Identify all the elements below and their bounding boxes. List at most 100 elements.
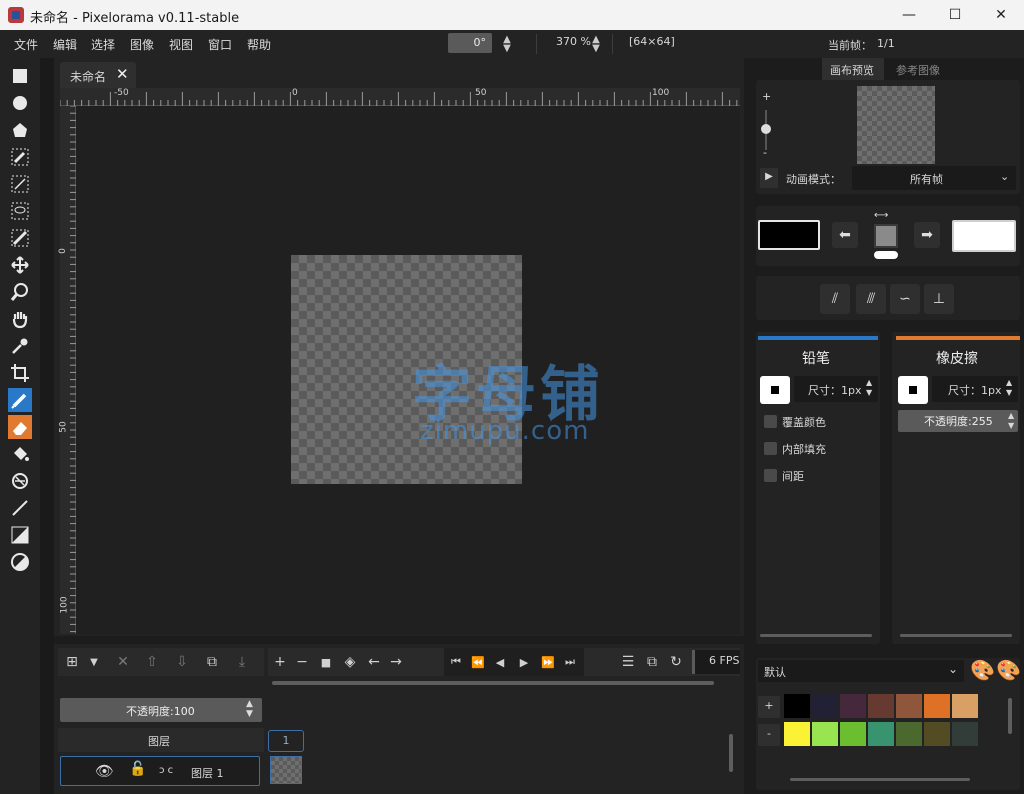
left-brush-preview[interactable] [760,376,790,404]
color-picker-tool[interactable] [8,334,32,358]
right-size-field[interactable]: 尺寸：1px ▲ ▼ [932,376,1018,402]
menu-view[interactable]: 视图 [169,36,193,53]
pencil-tool[interactable] [8,388,32,412]
overwrite-color-checkbox[interactable] [764,415,777,428]
left-options-scrollbar[interactable] [760,634,872,637]
last-frame-icon[interactable]: ⏭ [560,652,580,672]
clone-frame-icon[interactable]: ■ [316,652,336,672]
fill-inside-checkbox[interactable] [764,442,777,455]
average-color-button[interactable] [874,224,898,248]
crop-tool[interactable] [8,361,32,385]
palette-select[interactable]: 默认 ⌄ [758,660,964,682]
palette-swatch[interactable] [924,694,950,718]
play-preview-button[interactable]: ▶ [760,168,778,188]
canvas-tab-label[interactable]: 未命名 [70,68,106,85]
merge-down-icon[interactable]: ⤓ [232,652,252,672]
timeline-scrollbar[interactable] [272,681,714,685]
frame-number-button[interactable]: 1 [268,730,304,752]
line-tool[interactable] [8,496,32,520]
horizontal-ruler[interactable]: -50 0 50 100 [60,88,740,106]
timeline-settings-icon[interactable]: ☰ [618,652,638,672]
minimize-button[interactable]: — [886,0,932,30]
palette-swatch[interactable] [896,722,922,746]
remove-frame-icon[interactable]: − [292,652,312,672]
left-color-button[interactable] [758,220,820,250]
previous-frame-icon[interactable]: ⏪ [468,652,488,672]
opacity-spinner-icon[interactable]: ▲ ▼ [1008,411,1014,431]
ellipse-select-tool[interactable] [8,91,32,115]
zoom-in-icon[interactable]: + [762,90,771,103]
palette-swatch[interactable] [840,694,866,718]
palette-add-icon[interactable]: 🎨 [996,658,1021,682]
zoom-out-icon[interactable]: - [763,146,767,159]
palette-swatch[interactable] [952,694,978,718]
loop-icon[interactable]: ↻ [666,652,686,672]
size-spinner-icon[interactable]: ▲ ▼ [866,378,872,398]
ellipse-tool[interactable] [8,550,32,574]
menu-image[interactable]: 图像 [130,36,154,53]
arrow-right-icon[interactable]: ➡ [914,222,940,248]
move-layer-up-icon[interactable]: ⇧ [142,652,162,672]
arrow-left-icon[interactable]: ⬅ [832,222,858,248]
layers-scrollbar[interactable] [729,734,733,772]
shading-tool[interactable] [8,469,32,493]
menu-edit[interactable]: 编辑 [53,36,77,53]
move-layer-down-icon[interactable]: ⇩ [172,652,192,672]
add-frame-icon[interactable]: + [270,652,290,672]
lock-icon[interactable]: 🔓 [129,761,146,777]
pixel-perfect-icon[interactable]: ∽ [890,284,920,314]
palette-swatch[interactable] [812,694,838,718]
pan-tool[interactable] [8,307,32,331]
layer-row[interactable]: 👁 🔓 ↄ c 图层 1 [60,756,260,786]
frame-cel[interactable] [270,756,302,784]
opacity-spinner-icon[interactable]: ▲ ▼ [246,699,253,719]
chevron-down-icon[interactable]: ▼ [84,652,104,672]
preview-zoom-handle[interactable] [761,124,771,134]
size-spinner-icon[interactable]: ▲ ▼ [1006,378,1012,398]
palette-swatch[interactable] [952,722,978,746]
menu-window[interactable]: 窗口 [208,36,232,53]
tab-close-icon[interactable]: ✕ [116,65,129,83]
clone-layer-icon[interactable]: ⧉ [202,652,222,672]
layer-opacity-slider[interactable]: 不透明度:100 ▲ ▼ [60,698,262,722]
palette-swatch[interactable] [868,694,894,718]
zoom-tool[interactable] [8,280,32,304]
visibility-eye-icon[interactable]: 👁 [95,762,114,780]
rectangle-tool[interactable] [8,523,32,547]
swap-colors-icon[interactable]: ⟷ [874,210,888,221]
remove-layer-icon[interactable]: ✕ [113,652,133,672]
next-frame-icon[interactable]: ⏩ [538,652,558,672]
tag-icon[interactable]: ◈ [340,652,360,672]
palette-swatch[interactable] [840,722,866,746]
fps-field[interactable]: 6 FPS [692,650,740,674]
vertical-mirror-icon[interactable]: ⫻ [856,284,886,314]
polygon-select-tool[interactable] [8,118,32,142]
menu-help[interactable]: 帮助 [247,36,271,53]
move-tool[interactable] [8,253,32,277]
tab-canvas-preview[interactable]: 画布预览 [822,58,884,80]
palette-vertical-scrollbar[interactable] [1008,698,1012,734]
palette-swatch[interactable] [784,722,810,746]
move-frame-right-icon[interactable]: → [386,652,406,672]
play-forward-icon[interactable]: ▶ [514,652,534,672]
lasso-tool[interactable] [8,199,32,223]
zoom-value[interactable]: 370 % [556,35,591,48]
layer-name[interactable]: 图层 1 [191,765,224,781]
color-mode-toggle[interactable] [874,251,898,259]
right-options-scrollbar[interactable] [900,634,1012,637]
palette-swatch[interactable] [784,694,810,718]
add-layer-icon[interactable]: ⊞ [62,652,82,672]
palette-edit-icon[interactable]: 🎨 [970,658,995,682]
magic-select-tool[interactable] [8,172,32,196]
alpha-lock-icon[interactable]: ⊥ [924,284,954,314]
spacing-checkbox[interactable] [764,469,777,482]
palette-add-color-button[interactable]: + [758,696,780,718]
menu-file[interactable]: 文件 [14,36,38,53]
pencil-select-tool[interactable] [8,226,32,250]
rect-select-tool[interactable] [8,64,32,88]
close-window-button[interactable]: ✕ [978,0,1024,30]
palette-remove-color-button[interactable]: - [758,724,780,746]
bucket-tool[interactable] [8,442,32,466]
link-icon[interactable]: ↄ c [159,765,173,776]
menu-select[interactable]: 选择 [91,36,115,53]
